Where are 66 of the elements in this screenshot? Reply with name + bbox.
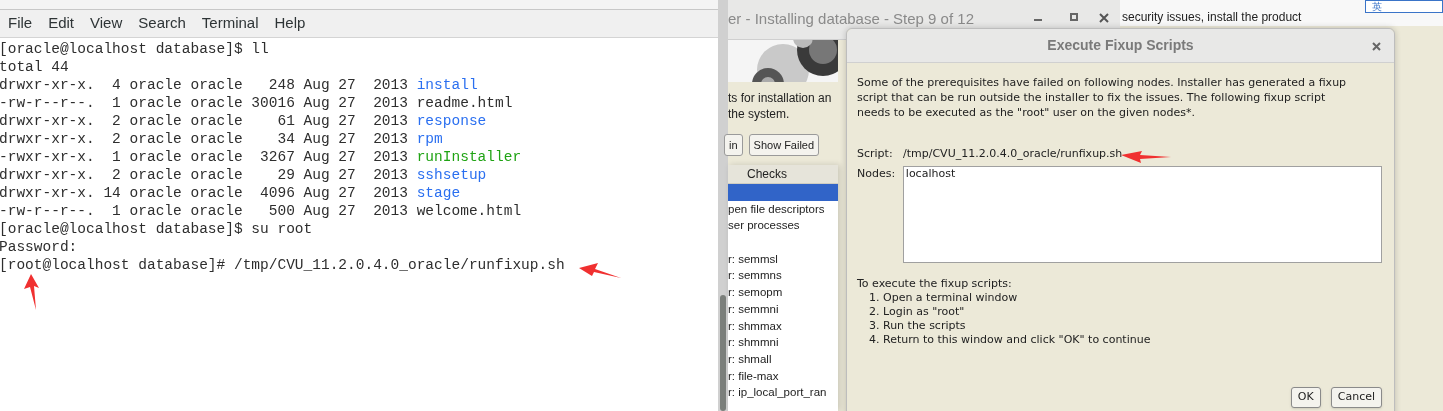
terminal-text: Password: (0, 239, 78, 255)
terminal-text: -rw-r--r--. 1 oracle oracle 500 Aug 27 2013 (0, 203, 409, 219)
button[interactable]: in (724, 134, 743, 156)
terminal-text: [oracle@localhost database]$ su root (0, 221, 313, 237)
file-name: response (416, 113, 487, 129)
script-path: /tmp/CVU_11.2.0.4.0_oracle/runfixup.sh (903, 145, 1123, 162)
terminal-text: drwxr-xr-x. 2 oracle oracle 29 Aug 27 2013 (0, 167, 409, 183)
file-name: readme.html (416, 95, 513, 111)
step-text: 1. Open a terminal window (869, 291, 1019, 305)
check-row[interactable]: r: ip_local_port_ran (728, 384, 838, 401)
terminal-text: drwxr-xr-x. 14 oracle oracle 4096 Aug 27 2013 (0, 185, 409, 201)
intro-text: the system. (728, 106, 791, 122)
terminal-text: total 44 (0, 59, 69, 75)
file-name: welcome.html (416, 203, 522, 219)
menu-item[interactable]: Search (130, 12, 194, 35)
step-text: 2. Login as "root" (869, 305, 966, 319)
arrow-icon (578, 262, 622, 280)
nodes-label: Nodes: (857, 166, 897, 182)
terminal-text: [oracle@localhost database]$ ll (0, 41, 269, 57)
file-name: install (416, 77, 478, 93)
menu-item[interactable]: View (82, 12, 131, 35)
check-row[interactable]: r: shmall (728, 350, 838, 368)
terminal-text: -rwxr-xr-x. 1 oracle oracle 3267 Aug 27 2013 (0, 149, 409, 165)
menu-item[interactable]: Terminal (193, 12, 267, 35)
message-text: Some of the prerequisites have failed on following nodes. Installer has generated a fixup script that can be run outside the installer to fix the issues. The following fixup script needs to be executed as the "root" user on the given nodes*. (857, 75, 1348, 120)
menu-item[interactable]: File (0, 12, 41, 35)
check-row[interactable]: r: semopm (728, 284, 838, 301)
input-indicator[interactable]: 英 (1365, 0, 1443, 13)
terminal-text: [root@localhost database]# /tmp/CVU_11.2.0.4.0_oracle/runfixup.sh (0, 257, 565, 273)
check-row[interactable]: r: semmns (728, 267, 838, 285)
terminal-text: drwxr-xr-x. 4 oracle oracle 248 Aug 27 2013 (0, 77, 409, 93)
close-icon[interactable] (1372, 42, 1381, 51)
menu-item[interactable]: Edit (40, 12, 83, 35)
column-header[interactable]: Checks (728, 165, 838, 184)
close-icon[interactable] (1099, 13, 1109, 23)
file-name: stage (416, 185, 461, 201)
check-row[interactable]: r: shmmni (728, 334, 838, 351)
file-name: runInstaller (416, 149, 522, 165)
terminal-text: -rw-r--r--. 1 oracle oracle 30016 Aug 27 2013 (0, 95, 409, 111)
script-label: Script: (857, 145, 894, 162)
check-row[interactable]: ser processes (728, 217, 838, 235)
nodes-field[interactable]: localhost (902, 166, 1382, 263)
window-title: er - Installing database - Step 9 of 12 (728, 9, 974, 30)
file-name: rpm (416, 131, 443, 147)
step-text: 4. Return to this window and click "OK" to continue (869, 333, 1152, 347)
step-text: 3. Run the scripts (869, 319, 967, 333)
banner-text: security issues, install the product (1121, 9, 1302, 26)
check-row[interactable] (728, 184, 838, 201)
button[interactable]: Show Failed (748, 134, 820, 156)
scrollbar[interactable] (718, 0, 728, 411)
dialog-title: Execute Fixup Scripts (1047, 36, 1194, 55)
file-name: sshsetup (416, 167, 487, 183)
maximize-icon[interactable] (1070, 13, 1078, 21)
check-row[interactable]: r: file-max (728, 367, 838, 385)
terminal-text: drwxr-xr-x. 2 oracle oracle 34 Aug 27 2013 (0, 131, 409, 147)
menu-item[interactable]: Help (266, 12, 314, 35)
check-row[interactable]: r: shmmax (728, 317, 838, 335)
terminal-text: drwxr-xr-x. 2 oracle oracle 61 Aug 27 2013 (0, 113, 409, 129)
arrow-icon (22, 273, 40, 311)
button[interactable]: Cancel (1330, 387, 1382, 408)
check-row[interactable]: r: semmsl (728, 250, 838, 268)
check-row[interactable]: r: semmni (728, 300, 838, 318)
intro-text: ts for installation an (728, 90, 832, 106)
check-row[interactable]: pen file descriptors (728, 200, 838, 218)
instructions-title: To execute the fixup scripts: (857, 277, 1013, 291)
button[interactable]: OK (1290, 387, 1321, 408)
